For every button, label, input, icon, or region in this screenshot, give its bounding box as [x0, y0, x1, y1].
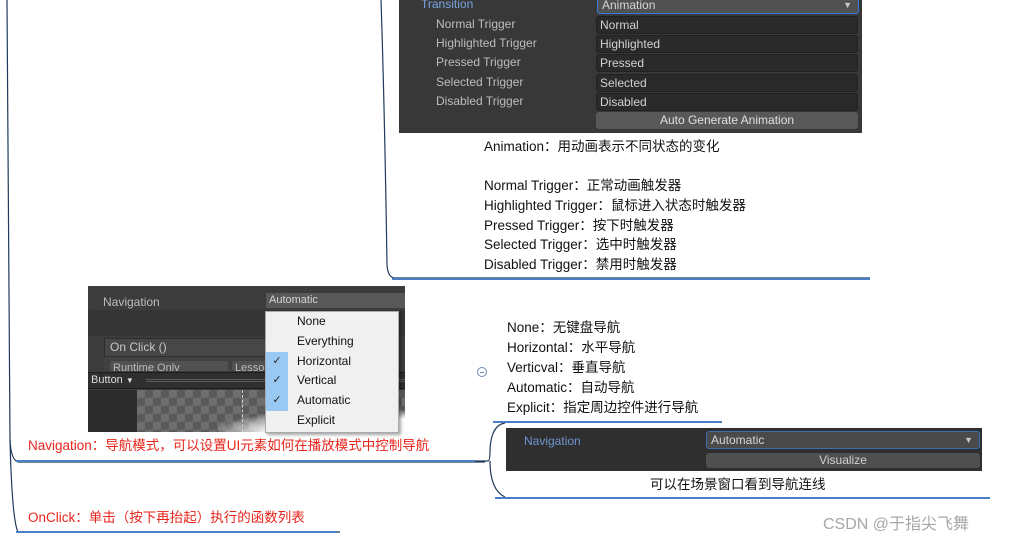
- auto-generate-animation-button[interactable]: Auto Generate Animation: [596, 112, 858, 129]
- menu-item-label: Vertical: [297, 373, 337, 388]
- nav-explicit-note: Explicit：指定周边控件进行导航: [507, 400, 699, 415]
- navigation-mode-menu: None Everything ✓ Horizontal ✓ Vertical …: [265, 311, 399, 433]
- visualize-navigation-label: Navigation: [524, 434, 581, 448]
- menu-item-horizontal[interactable]: ✓ Horizontal: [266, 351, 398, 372]
- nav-vertical-note: Verticval：垂直导航: [507, 360, 626, 375]
- button-tab-label: Button: [91, 374, 123, 386]
- chevron-down-icon: ▼: [843, 0, 852, 10]
- scene-guide-line: [242, 390, 243, 432]
- visualize-button[interactable]: Visualize: [706, 453, 980, 468]
- transition-dropdown[interactable]: Animation ▼: [597, 0, 859, 14]
- menu-item-label: Automatic: [297, 393, 351, 408]
- normal-trigger-note: Normal Trigger：正常动画触发器: [484, 178, 682, 193]
- menu-item-none[interactable]: None: [266, 312, 398, 332]
- menu-item-label: None: [297, 314, 326, 328]
- chevron-down-icon: ▼: [964, 435, 973, 445]
- check-icon-slot: [266, 332, 288, 352]
- visualize-inspector-panel: Navigation Automatic ▼ Visualize: [506, 428, 982, 471]
- check-icon-slot: [266, 411, 288, 431]
- visualize-dropdown-value: Automatic: [711, 433, 765, 447]
- collapse-toggle-icon[interactable]: [477, 367, 487, 377]
- normal-trigger-field[interactable]: Normal: [596, 16, 858, 34]
- csdn-watermark: CSDN @于指尖飞舞: [823, 516, 970, 533]
- menu-item-label: Horizontal: [297, 353, 352, 368]
- disabled-trigger-note: Disabled Trigger：禁用时触发器: [484, 257, 677, 272]
- normal-trigger-label: Normal Trigger: [436, 17, 516, 31]
- menu-item-label: Explicit: [297, 412, 336, 427]
- nav-automatic-note: Automatic：自动导航: [507, 380, 635, 395]
- onclick-header-label: On Click (): [110, 340, 167, 354]
- pressed-trigger-field[interactable]: Pressed: [596, 54, 858, 72]
- navigation-label: Navigation: [103, 295, 160, 309]
- disabled-trigger-field[interactable]: Disabled: [596, 93, 858, 111]
- menu-item-explicit[interactable]: Explicit: [266, 411, 398, 431]
- menu-item-automatic[interactable]: ✓ Automatic: [266, 391, 398, 411]
- onclick-topic: OnClick：单击（按下再抬起）执行的函数列表: [28, 510, 305, 525]
- button-tab[interactable]: Button ▼: [91, 374, 134, 387]
- checkmark-icon: ✓: [266, 371, 288, 392]
- visualize-navigation-dropdown[interactable]: Automatic ▼: [706, 431, 980, 449]
- check-icon-slot: [266, 312, 288, 332]
- selected-trigger-field[interactable]: Selected: [596, 74, 858, 92]
- pressed-trigger-note: Pressed Trigger：按下时触发器: [484, 218, 674, 233]
- chevron-down-icon: ▼: [125, 376, 134, 385]
- navigation-dropdown[interactable]: Automatic: [266, 293, 405, 308]
- highlighted-trigger-label: Highlighted Trigger: [436, 36, 537, 50]
- runtime-only-value: Runtime Only: [113, 362, 180, 371]
- object-field-value: Lesso: [235, 362, 265, 371]
- checkmark-icon: ✓: [266, 351, 288, 372]
- navigation-topic: Navigation：导航模式，可以设置UI元素如何在播放模式中控制导航: [28, 438, 430, 453]
- transition-label: Transition: [421, 0, 474, 11]
- menu-item-everything[interactable]: Everything: [266, 332, 398, 352]
- pressed-trigger-label: Pressed Trigger: [436, 55, 521, 69]
- selected-trigger-label: Selected Trigger: [436, 75, 524, 89]
- runtime-only-dropdown[interactable]: Runtime Only: [110, 361, 228, 371]
- onclick-header: On Click (): [104, 338, 284, 357]
- nav-none-note: None：无键盘导航: [507, 320, 621, 335]
- menu-item-vertical[interactable]: ✓ Vertical: [266, 371, 398, 392]
- scene-left-gutter: [88, 390, 137, 432]
- navigation-sub-branch: [475, 422, 506, 498]
- checkmark-icon: ✓: [266, 391, 288, 411]
- highlighted-trigger-field[interactable]: Highlighted: [596, 35, 858, 53]
- visualize-caption: 可以在场景窗口看到导航连线: [650, 477, 826, 492]
- menu-item-label: Everything: [297, 333, 354, 348]
- animation-intro-note: Animation：用动画表示不同状态的变化: [484, 139, 720, 154]
- selected-trigger-note: Selected Trigger：选中时触发器: [484, 237, 677, 252]
- object-field[interactable]: Lesso: [232, 361, 267, 371]
- disabled-trigger-label: Disabled Trigger: [436, 94, 524, 108]
- transition-inspector-panel: Transition Animation ▼ Normal Trigger No…: [399, 0, 862, 133]
- navigation-dropdown-value: Automatic: [269, 294, 318, 306]
- nav-horizontal-note: Horizontal：水平导航: [507, 340, 636, 355]
- highlighted-trigger-note: Highlighted Trigger：鼠标进入状态时触发器: [484, 198, 746, 213]
- transition-dropdown-value: Animation: [602, 0, 656, 12]
